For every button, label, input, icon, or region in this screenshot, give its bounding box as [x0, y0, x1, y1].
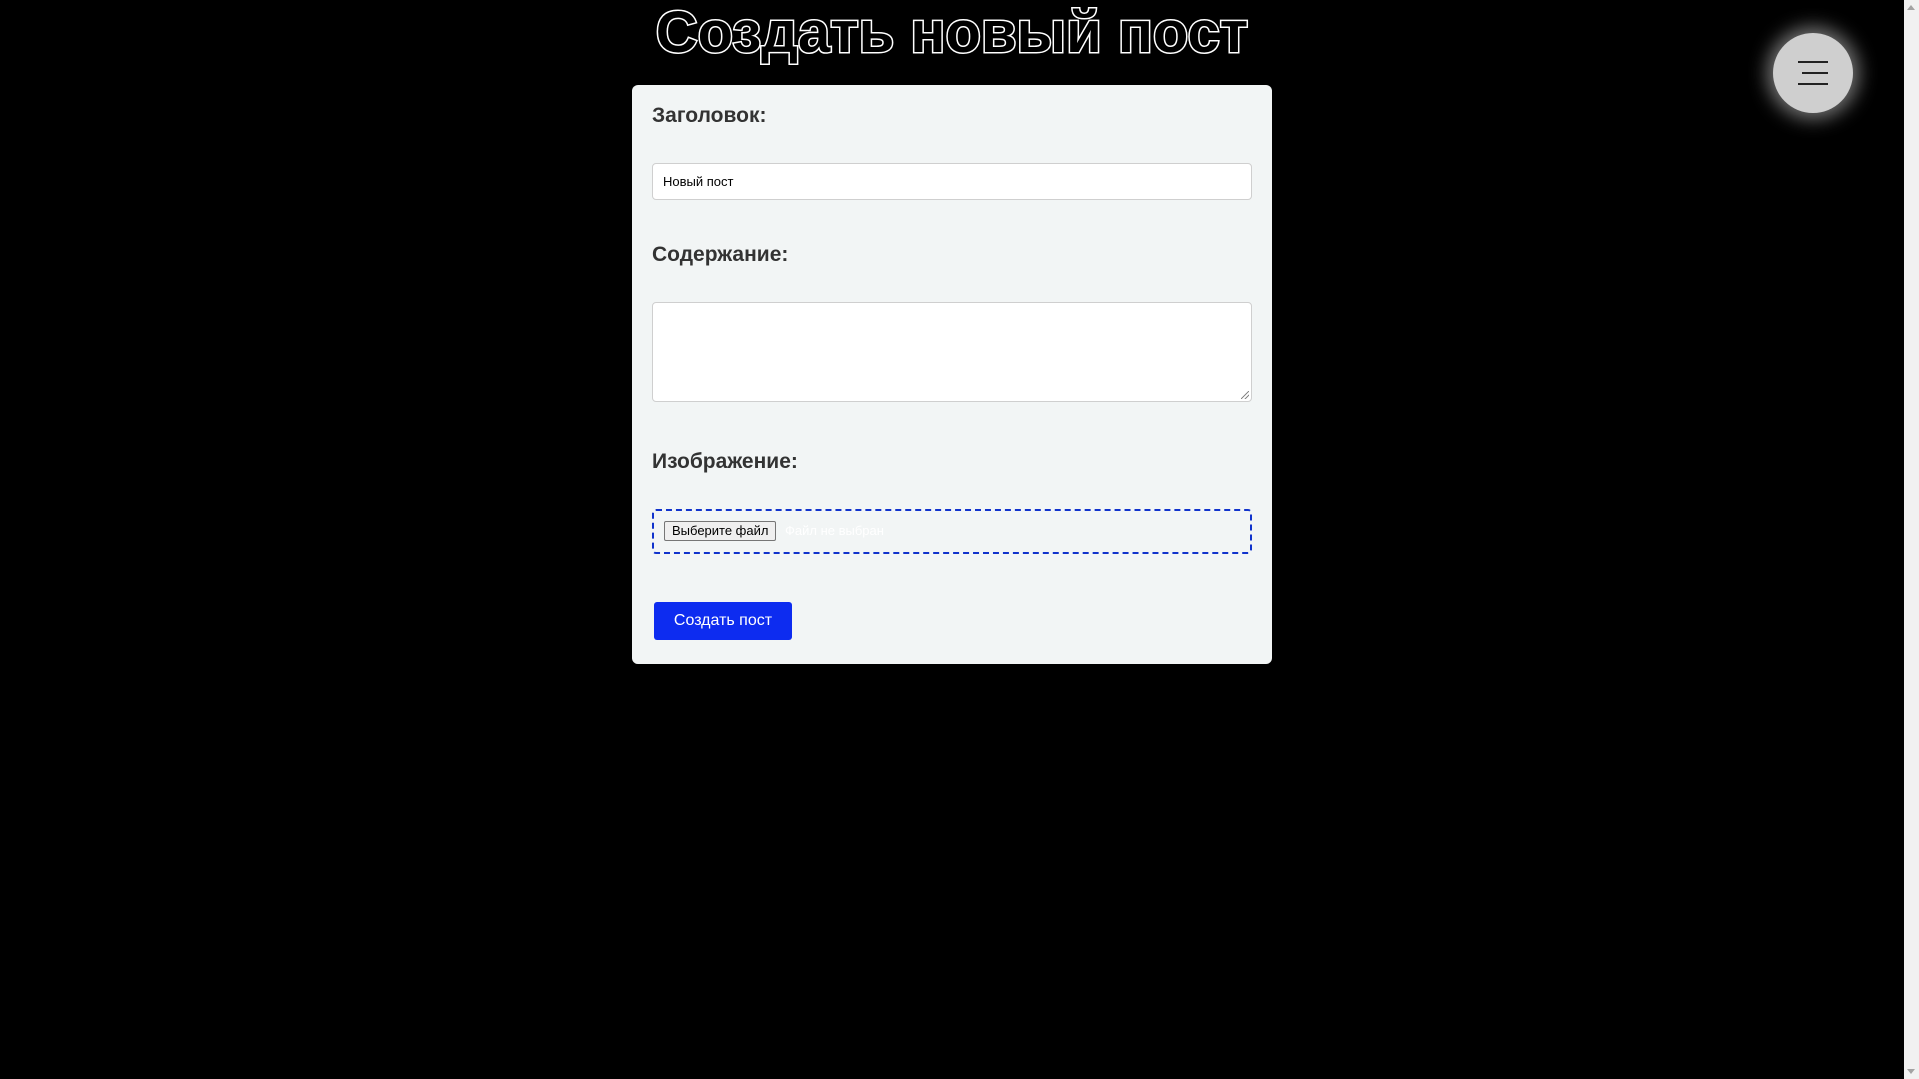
- title-input[interactable]: Новый пост: [652, 163, 1252, 200]
- title-label: Заголовок:: [652, 104, 767, 127]
- scroll-up-arrow-icon[interactable]: [1907, 5, 1915, 10]
- file-status-text: Файл не выбран: [785, 523, 884, 538]
- menu-button[interactable]: [1773, 33, 1853, 113]
- page-title: Создать новый пост: [654, 0, 1249, 65]
- choose-file-button[interactable]: Выберите файл: [664, 521, 777, 541]
- page-scrollbar[interactable]: [1904, 0, 1919, 1079]
- scroll-down-arrow-icon[interactable]: [1907, 1069, 1915, 1074]
- page: Создать новый пост Заголовок: Новый пост…: [0, 0, 1919, 1079]
- resize-handle-icon[interactable]: [1241, 391, 1249, 399]
- content-textarea[interactable]: [652, 302, 1252, 402]
- image-file-input[interactable]: Выберите файл Файл не выбран: [652, 509, 1252, 554]
- create-post-button[interactable]: Создать пост: [654, 602, 792, 640]
- content-label: Содержание:: [652, 243, 789, 266]
- create-post-form: Заголовок: Новый пост Содержание: Изобра…: [632, 85, 1272, 664]
- image-label: Изображение:: [652, 450, 798, 473]
